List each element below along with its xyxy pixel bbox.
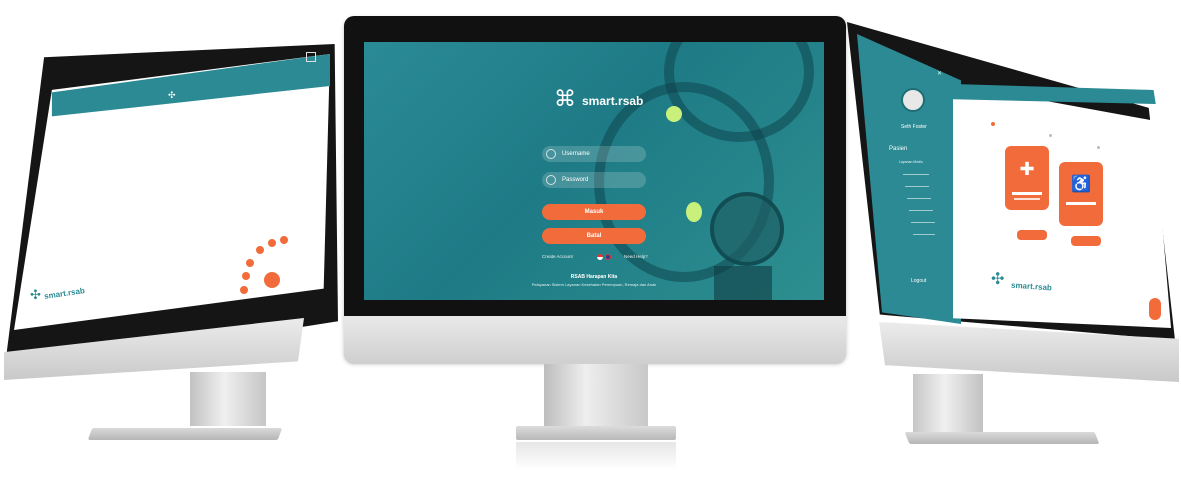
left-window-icon[interactable] [306, 52, 316, 62]
step-dot-3 [1097, 146, 1100, 149]
highlight-dot-1 [666, 106, 682, 122]
center-monitor-chin [344, 316, 846, 364]
center-monitor: ⌘ smart.rsab Username Password Masuk Bat… [344, 16, 846, 470]
service-card-1-sublabel [1014, 198, 1040, 200]
right-header-logo-icon: ✣ [1041, 100, 1049, 110]
password-field[interactable]: Password [542, 172, 646, 188]
left-monitor: ✣ ✣ smart.rsab [0, 0, 345, 489]
left-fab-small-5[interactable] [268, 239, 276, 247]
right-fab-button[interactable] [1149, 298, 1161, 320]
menu-item-3[interactable] [905, 186, 929, 187]
need-help-link[interactable]: Need Help? [624, 254, 648, 259]
left-monitor-foot [87, 428, 283, 440]
service-card-2-label [1066, 202, 1096, 205]
left-fab-small-4[interactable] [256, 246, 264, 254]
left-fab-small-3[interactable] [246, 259, 254, 267]
service-card-2[interactable]: ♿ [1059, 162, 1103, 226]
left-fab-small-6[interactable] [280, 236, 288, 244]
step-dot-1 [991, 122, 995, 126]
right-monitor-stand [913, 374, 983, 434]
left-monitor-stand [190, 372, 266, 426]
menu-item-7[interactable] [913, 234, 935, 235]
step-dot-2 [1049, 134, 1052, 137]
menu-title[interactable]: Pasien [889, 146, 907, 152]
menu-item-layanan-medis[interactable]: Layanan Medis [899, 160, 923, 164]
username-field[interactable]: Username [542, 146, 646, 162]
menu-item-5[interactable] [909, 210, 933, 211]
login-screen: ⌘ smart.rsab Username Password Masuk Bat… [364, 42, 824, 300]
footer-title: RSAB Harapan Kita [570, 274, 618, 280]
service-card-2-button[interactable] [1071, 236, 1101, 246]
footer-subtitle: Pelayanan Sistem Layanan Kesehatan Perem… [531, 282, 657, 287]
highlight-dot-2 [686, 202, 702, 222]
service-card-1[interactable]: ✚ [1005, 146, 1049, 210]
app-logo-icon: ⌘ [554, 86, 576, 111]
service-card-1-button[interactable] [1017, 230, 1047, 240]
user-avatar [901, 88, 925, 112]
right-logo-mark-icon: ✣ [991, 271, 1005, 288]
user-name: Seth Foster [901, 124, 927, 130]
sphygmomanometer-gauge-icon [710, 192, 784, 266]
left-menu-fab-button[interactable] [264, 272, 280, 288]
left-logo-mark-icon: ✣ [30, 287, 41, 302]
right-monitor-foot [904, 432, 1100, 444]
walk-in-icon: ♿ [1071, 176, 1091, 193]
create-account-link[interactable]: Create Account [542, 254, 573, 259]
service-card-1-label [1012, 192, 1042, 195]
close-icon[interactable]: ✕ [937, 70, 942, 77]
center-monitor-reflection [516, 442, 676, 470]
indonesia-flag-icon[interactable] [597, 254, 603, 260]
center-monitor-foot [516, 426, 676, 440]
uk-flag-icon[interactable] [605, 254, 611, 260]
menu-item-2[interactable] [903, 174, 929, 175]
app-logo-text: smart.rsab [582, 94, 644, 108]
logout-link[interactable]: Logout [911, 278, 926, 284]
left-header-logo-icon: ✣ [168, 90, 176, 100]
user-icon [546, 149, 556, 159]
lock-icon [546, 175, 556, 185]
patient-care-icon: ✚ [1019, 159, 1035, 179]
center-monitor-stand [544, 364, 648, 430]
left-fab-small-1[interactable] [240, 286, 248, 294]
login-button[interactable]: Masuk [542, 204, 646, 220]
right-sidebar [857, 34, 961, 324]
reset-button[interactable]: Batal [542, 228, 646, 244]
left-fab-small-2[interactable] [242, 272, 250, 280]
menu-item-4[interactable] [907, 198, 931, 199]
right-monitor: ✕ Seth Foster Pasien Layanan Medis Logou… [845, 0, 1181, 489]
username-placeholder: Username [562, 151, 590, 157]
menu-item-6[interactable] [911, 222, 935, 223]
right-menu-icon[interactable]: ≡ [1121, 124, 1125, 130]
password-placeholder: Password [562, 177, 589, 183]
